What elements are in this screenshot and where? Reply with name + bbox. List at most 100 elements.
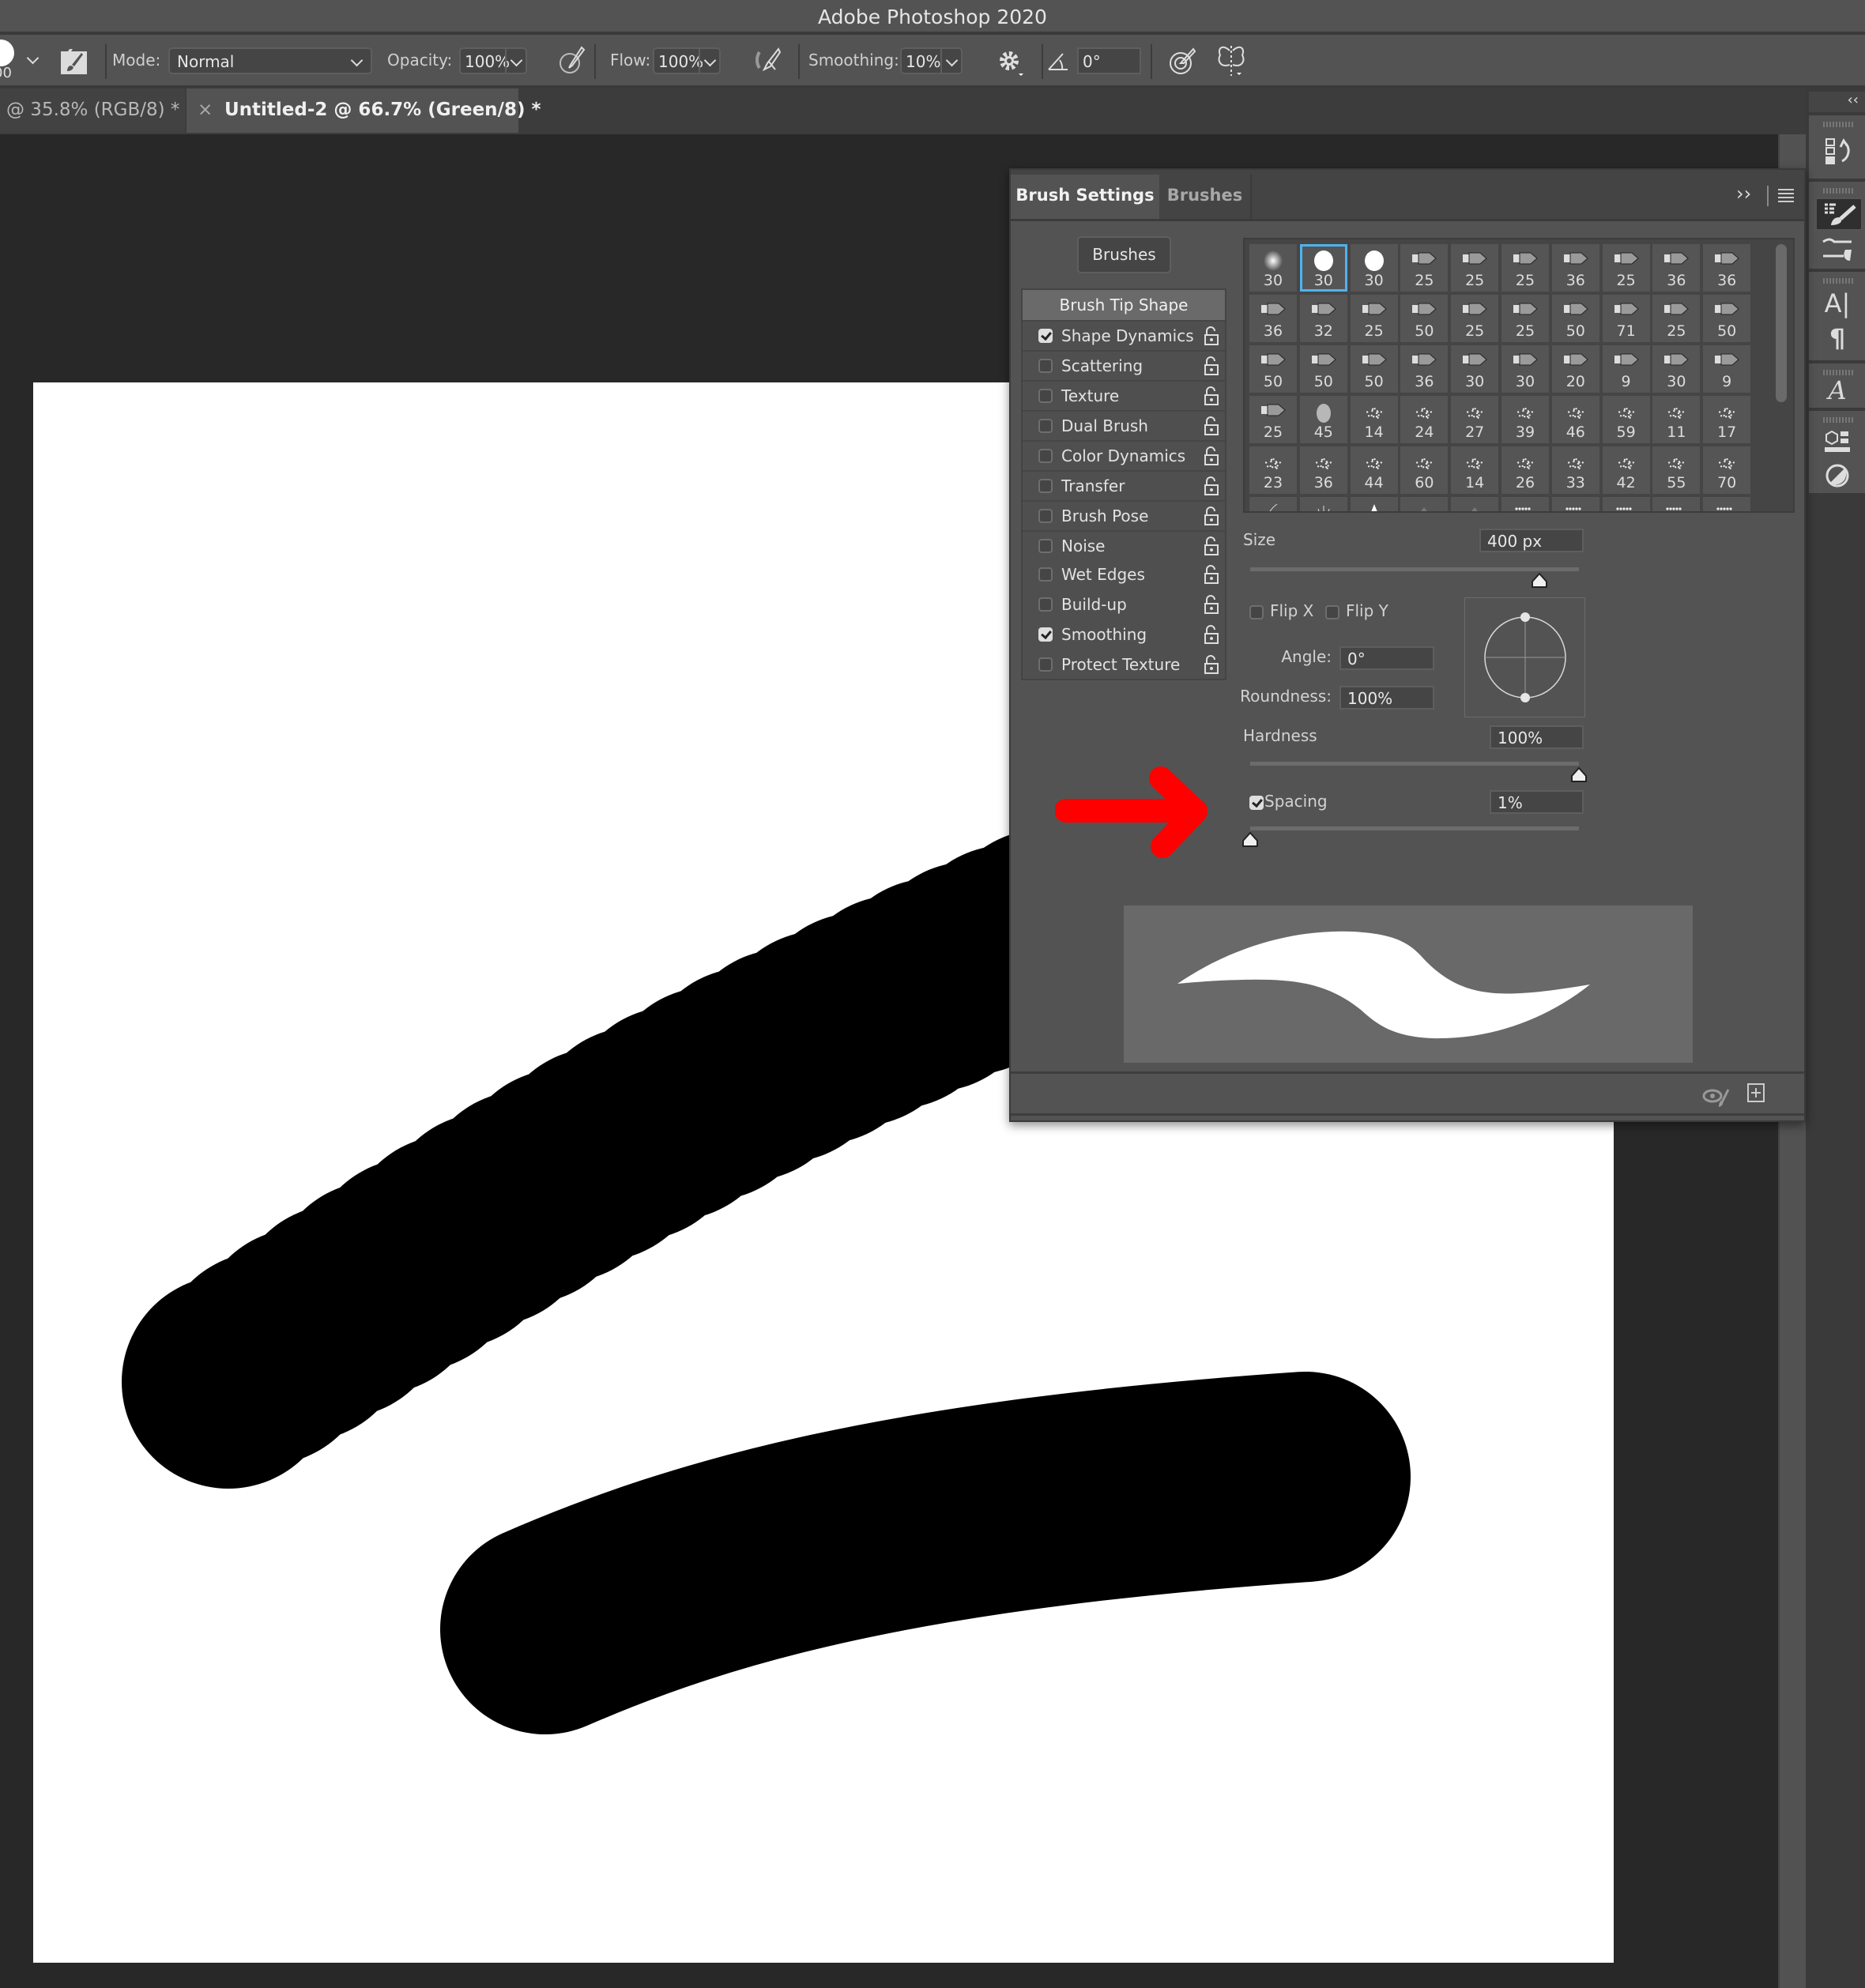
- brush-tip[interactable]: 25: [1451, 244, 1499, 292]
- lock-icon[interactable]: [1204, 655, 1219, 674]
- option-checkbox[interactable]: [1038, 567, 1053, 582]
- smoothing-dropdown[interactable]: [940, 49, 961, 73]
- brush-tip[interactable]: 36: [1400, 345, 1449, 393]
- brushes-button[interactable]: Brushes: [1077, 236, 1171, 273]
- option-color-dynamics[interactable]: Color Dynamics: [1023, 440, 1225, 470]
- option-checkbox[interactable]: [1038, 449, 1053, 463]
- smoothing-input[interactable]: 10%: [900, 47, 963, 74]
- option-scattering[interactable]: Scattering: [1023, 350, 1225, 380]
- brush-tip[interactable]: 14: [1350, 396, 1398, 443]
- brush-tip[interactable]: 30: [1451, 345, 1499, 393]
- brush-tip[interactable]: 27: [1451, 396, 1499, 443]
- brush-tip[interactable]: 36: [1652, 244, 1701, 292]
- brush-angle-input[interactable]: 0°: [1077, 47, 1141, 74]
- lock-icon[interactable]: [1204, 537, 1219, 555]
- option-dual-brush[interactable]: Dual Brush: [1023, 410, 1225, 440]
- brush-tip[interactable]: 25: [1451, 295, 1499, 342]
- brush-tip[interactable]: 36: [1703, 244, 1751, 292]
- panel-menu-button[interactable]: [1777, 187, 1795, 203]
- brush-tip[interactable]: 30: [1249, 244, 1297, 292]
- brush-tip[interactable]: 24: [1400, 396, 1449, 443]
- option-noise[interactable]: Noise: [1023, 530, 1225, 560]
- brush-tip[interactable]: 25: [1400, 244, 1449, 292]
- brush-preset-picker[interactable]: 00: [0, 35, 47, 85]
- hardness-slider-thumb[interactable]: [1570, 767, 1588, 783]
- lock-icon[interactable]: [1204, 476, 1219, 495]
- grip-handle[interactable]: [1823, 188, 1853, 194]
- brush-tip[interactable]: 50: [1551, 295, 1599, 342]
- mode-select[interactable]: Normal: [168, 47, 372, 74]
- brush-tip[interactable]: 70: [1703, 446, 1751, 494]
- brush-tip[interactable]: 42: [1602, 446, 1650, 494]
- option-build-up[interactable]: Build-up: [1023, 590, 1225, 620]
- brush-tip[interactable]: [1299, 497, 1347, 511]
- brush-tip[interactable]: 50: [1400, 295, 1449, 342]
- option-checkbox[interactable]: [1038, 539, 1053, 553]
- flip-y-checkbox[interactable]: [1325, 605, 1339, 619]
- option-checkbox[interactable]: [1038, 479, 1053, 493]
- brush-tip[interactable]: 9: [1703, 345, 1751, 393]
- spacing-slider-thumb[interactable]: [1241, 832, 1259, 848]
- tab-brush-settings[interactable]: Brush Settings: [1011, 175, 1159, 219]
- create-new-brush-button[interactable]: [1746, 1082, 1766, 1105]
- option-wet-edges[interactable]: Wet Edges: [1023, 560, 1225, 590]
- brush-tip[interactable]: [1501, 497, 1549, 511]
- brush-tip[interactable]: 14: [1451, 446, 1499, 494]
- smoothing-options-button[interactable]: [997, 47, 1026, 77]
- option-checkbox[interactable]: [1038, 389, 1053, 403]
- brush-tip[interactable]: 50: [1249, 345, 1297, 393]
- brush-tip[interactable]: 45: [1299, 396, 1347, 443]
- brush-tip[interactable]: 9: [1602, 345, 1650, 393]
- brush-grid-scrollbar[interactable]: [1776, 244, 1787, 402]
- opacity-dropdown[interactable]: [505, 49, 526, 73]
- history-panel-button[interactable]: [1820, 134, 1855, 169]
- collapse-dock-button[interactable]: ‹‹: [1809, 92, 1865, 112]
- option-shape-dynamics[interactable]: Shape Dynamics: [1023, 320, 1225, 350]
- lock-icon[interactable]: [1204, 595, 1219, 614]
- option-protect-texture[interactable]: Protect Texture: [1023, 650, 1225, 680]
- lock-icon[interactable]: [1204, 625, 1219, 644]
- brush-tip[interactable]: [1400, 497, 1449, 511]
- pressure-size-button[interactable]: [1168, 46, 1198, 76]
- option-checkbox[interactable]: [1038, 509, 1053, 523]
- lock-icon[interactable]: [1204, 565, 1219, 584]
- flip-x-checkbox[interactable]: [1249, 605, 1264, 619]
- option-checkbox[interactable]: [1038, 329, 1053, 343]
- opacity-input[interactable]: 100%: [459, 47, 527, 74]
- brush-settings-panel-button[interactable]: [1815, 198, 1863, 231]
- properties-panel-button[interactable]: [1820, 425, 1855, 460]
- brush-tip[interactable]: [1703, 497, 1751, 511]
- brush-tip[interactable]: [1451, 497, 1499, 511]
- tab-brushes[interactable]: Brushes: [1159, 175, 1252, 219]
- brush-tip[interactable]: 30: [1350, 244, 1398, 292]
- lock-icon[interactable]: [1204, 356, 1219, 375]
- brush-tip[interactable]: [1652, 497, 1701, 511]
- brush-tip[interactable]: [1602, 497, 1650, 511]
- brushes-panel-button[interactable]: [1820, 232, 1855, 267]
- flow-dropdown[interactable]: [699, 49, 719, 73]
- collapse-panel-button[interactable]: ››: [1736, 183, 1758, 206]
- brush-tip[interactable]: 25: [1249, 396, 1297, 443]
- grip-handle[interactable]: [1823, 278, 1853, 284]
- spacing-slider-track[interactable]: [1250, 826, 1579, 830]
- brush-tip[interactable]: 36: [1249, 295, 1297, 342]
- lock-icon[interactable]: [1204, 446, 1219, 465]
- symmetry-button[interactable]: [1215, 44, 1247, 77]
- brush-tip[interactable]: [1350, 497, 1398, 511]
- lock-icon[interactable]: [1204, 386, 1219, 405]
- option-checkbox[interactable]: [1038, 419, 1053, 433]
- brush-tip[interactable]: 30: [1652, 345, 1701, 393]
- spacing-input[interactable]: 1%: [1490, 790, 1584, 814]
- hardness-slider-track[interactable]: [1250, 762, 1579, 766]
- angle-roundness-widget[interactable]: [1464, 597, 1585, 717]
- brush-tip[interactable]: 26: [1501, 446, 1549, 494]
- brush-tip[interactable]: [1249, 497, 1297, 511]
- lock-icon[interactable]: [1204, 326, 1219, 345]
- option-brush-tip-shape[interactable]: Brush Tip Shape: [1023, 290, 1225, 320]
- option-smoothing[interactable]: Smoothing: [1023, 620, 1225, 650]
- brush-tip[interactable]: 25: [1501, 244, 1549, 292]
- grip-handle[interactable]: [1823, 417, 1853, 423]
- brush-tip[interactable]: 32: [1299, 295, 1347, 342]
- brush-tip[interactable]: 25: [1652, 295, 1701, 342]
- brush-tip[interactable]: 20: [1551, 345, 1599, 393]
